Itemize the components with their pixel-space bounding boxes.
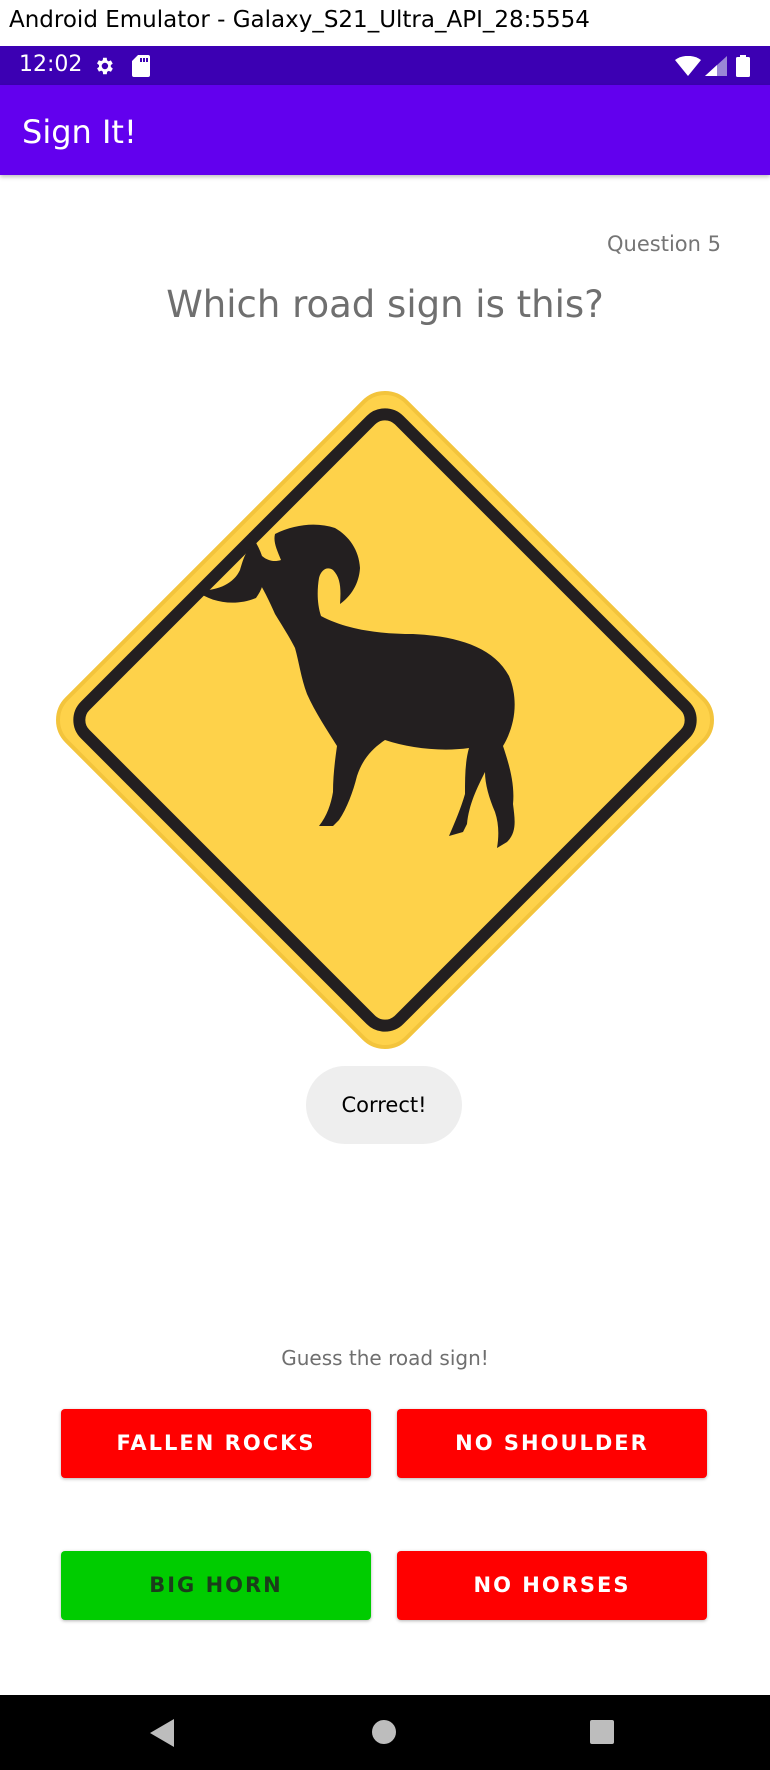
wifi-icon [675, 56, 701, 76]
hint-text: Guess the road sign! [281, 1346, 489, 1370]
status-time: 12:02 [19, 52, 83, 77]
signal-icon [705, 56, 727, 76]
sd-card-icon [132, 55, 150, 77]
app-bar: Sign It! [0, 85, 770, 175]
home-icon[interactable] [372, 1720, 396, 1744]
question-text: Which road sign is this? [166, 283, 604, 326]
battery-icon [736, 55, 750, 77]
answer-button-no-horses[interactable]: NO HORSES [397, 1551, 707, 1620]
navigation-bar [0, 1695, 770, 1770]
app-title: Sign It! [22, 113, 137, 151]
window-title: Android Emulator - Galaxy_S21_Ultra_API_… [0, 0, 770, 46]
road-sign-image [56, 391, 714, 1049]
toast-message: Correct! [306, 1066, 462, 1144]
question-number: Question 5 [607, 232, 721, 256]
gear-icon [97, 57, 113, 75]
recents-icon[interactable] [590, 1720, 614, 1744]
back-icon[interactable] [150, 1719, 176, 1747]
status-bar: 12:02 [0, 46, 770, 85]
answer-button-no-shoulder[interactable]: NO SHOULDER [397, 1409, 707, 1478]
answer-button-big-horn[interactable]: BIG HORN [61, 1551, 371, 1620]
answer-button-fallen-rocks[interactable]: FALLEN ROCKS [61, 1409, 371, 1478]
